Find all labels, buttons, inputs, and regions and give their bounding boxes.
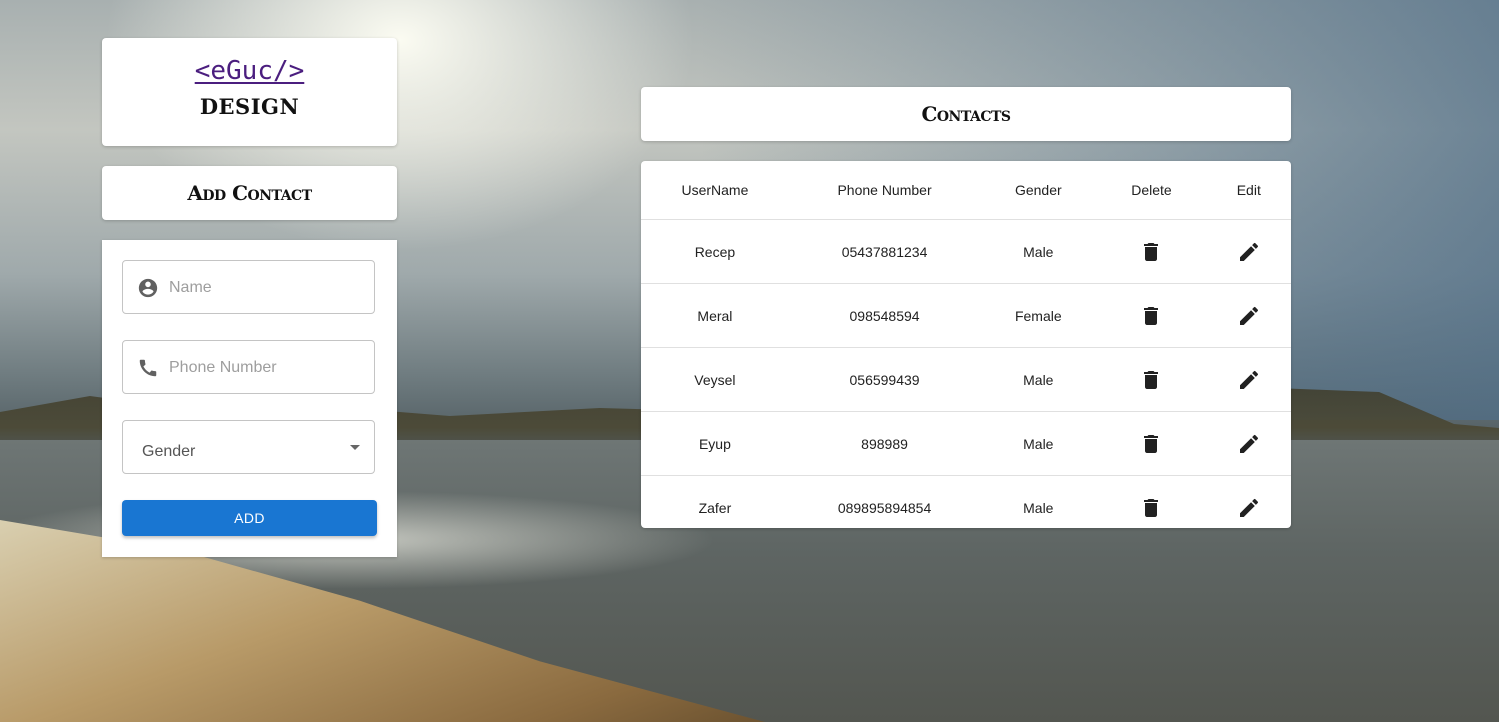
pencil-icon[interactable] (1237, 432, 1261, 456)
cell-username: Zafer (698, 499, 732, 516)
cell-gender: Male (980, 411, 1097, 476)
cell-username: Eyup (641, 411, 789, 476)
cell-phone: 05437881234 (788, 219, 981, 284)
trash-icon[interactable] (1139, 304, 1163, 328)
pencil-icon[interactable] (1237, 240, 1261, 264)
add-button[interactable]: ADD (122, 500, 377, 536)
column-header-delete: Delete (1096, 161, 1207, 220)
add-contact-header: Add Contact (102, 166, 397, 220)
gender-select[interactable]: Gender (122, 420, 375, 474)
column-header-phone: Phone Number (788, 161, 981, 220)
pencil-icon[interactable] (1237, 304, 1261, 328)
table-row: Eyup 898989 Male (641, 411, 1291, 476)
contacts-title: Contacts (921, 102, 1011, 126)
add-contact-title: Add Contact (187, 181, 312, 205)
contacts-table: UserName Phone Number Gender Delete Edit… (641, 161, 1291, 539)
phone-input[interactable] (167, 341, 371, 395)
column-header-edit: Edit (1206, 161, 1291, 220)
name-input[interactable] (167, 261, 371, 315)
account-circle-icon (138, 278, 158, 298)
trash-icon[interactable] (1139, 432, 1163, 456)
logo-card: <eGuc/> DESIGN (102, 38, 397, 146)
contacts-header: Contacts (641, 87, 1291, 141)
cell-username: Recep (641, 219, 789, 284)
table-header-row: UserName Phone Number Gender Delete Edit (641, 161, 1291, 220)
phone-icon (139, 359, 157, 377)
cell-phone: 056599439 (788, 347, 981, 412)
add-contact-form: Gender ADD (102, 240, 397, 557)
pencil-icon[interactable] (1237, 496, 1261, 520)
pencil-icon[interactable] (1237, 368, 1261, 392)
table-row: Recep 05437881234 Male (641, 219, 1291, 284)
cell-username: Veysel (641, 347, 789, 412)
trash-icon[interactable] (1139, 368, 1163, 392)
trash-icon[interactable] (1139, 240, 1163, 264)
table-row: Veysel 056599439 Male (641, 347, 1291, 412)
gender-select-label: Gender (142, 443, 196, 460)
table-row: Zafer 089895894854 Male (641, 476, 1291, 540)
trash-icon[interactable] (1139, 496, 1163, 520)
column-header-gender: Gender (980, 161, 1097, 220)
cell-gender: Female (980, 283, 1097, 348)
cell-phone: 098548594 (788, 283, 981, 348)
cell-gender: Male (1023, 499, 1054, 516)
cell-phone: 089895894854 (837, 499, 932, 516)
name-field[interactable] (122, 260, 375, 315)
logo-link[interactable]: <eGuc/> (195, 56, 305, 86)
cell-phone: 898989 (788, 411, 981, 476)
cell-gender: Male (980, 219, 1097, 284)
table-row: Meral 098548594 Female (641, 283, 1291, 348)
contacts-table-card: UserName Phone Number Gender Delete Edit… (641, 161, 1291, 528)
caret-down-icon (350, 445, 360, 450)
phone-field[interactable] (122, 340, 375, 395)
column-header-username: UserName (641, 161, 789, 220)
cell-gender: Male (980, 347, 1097, 412)
cell-username: Meral (641, 283, 789, 348)
logo-subtitle: DESIGN (199, 94, 300, 119)
